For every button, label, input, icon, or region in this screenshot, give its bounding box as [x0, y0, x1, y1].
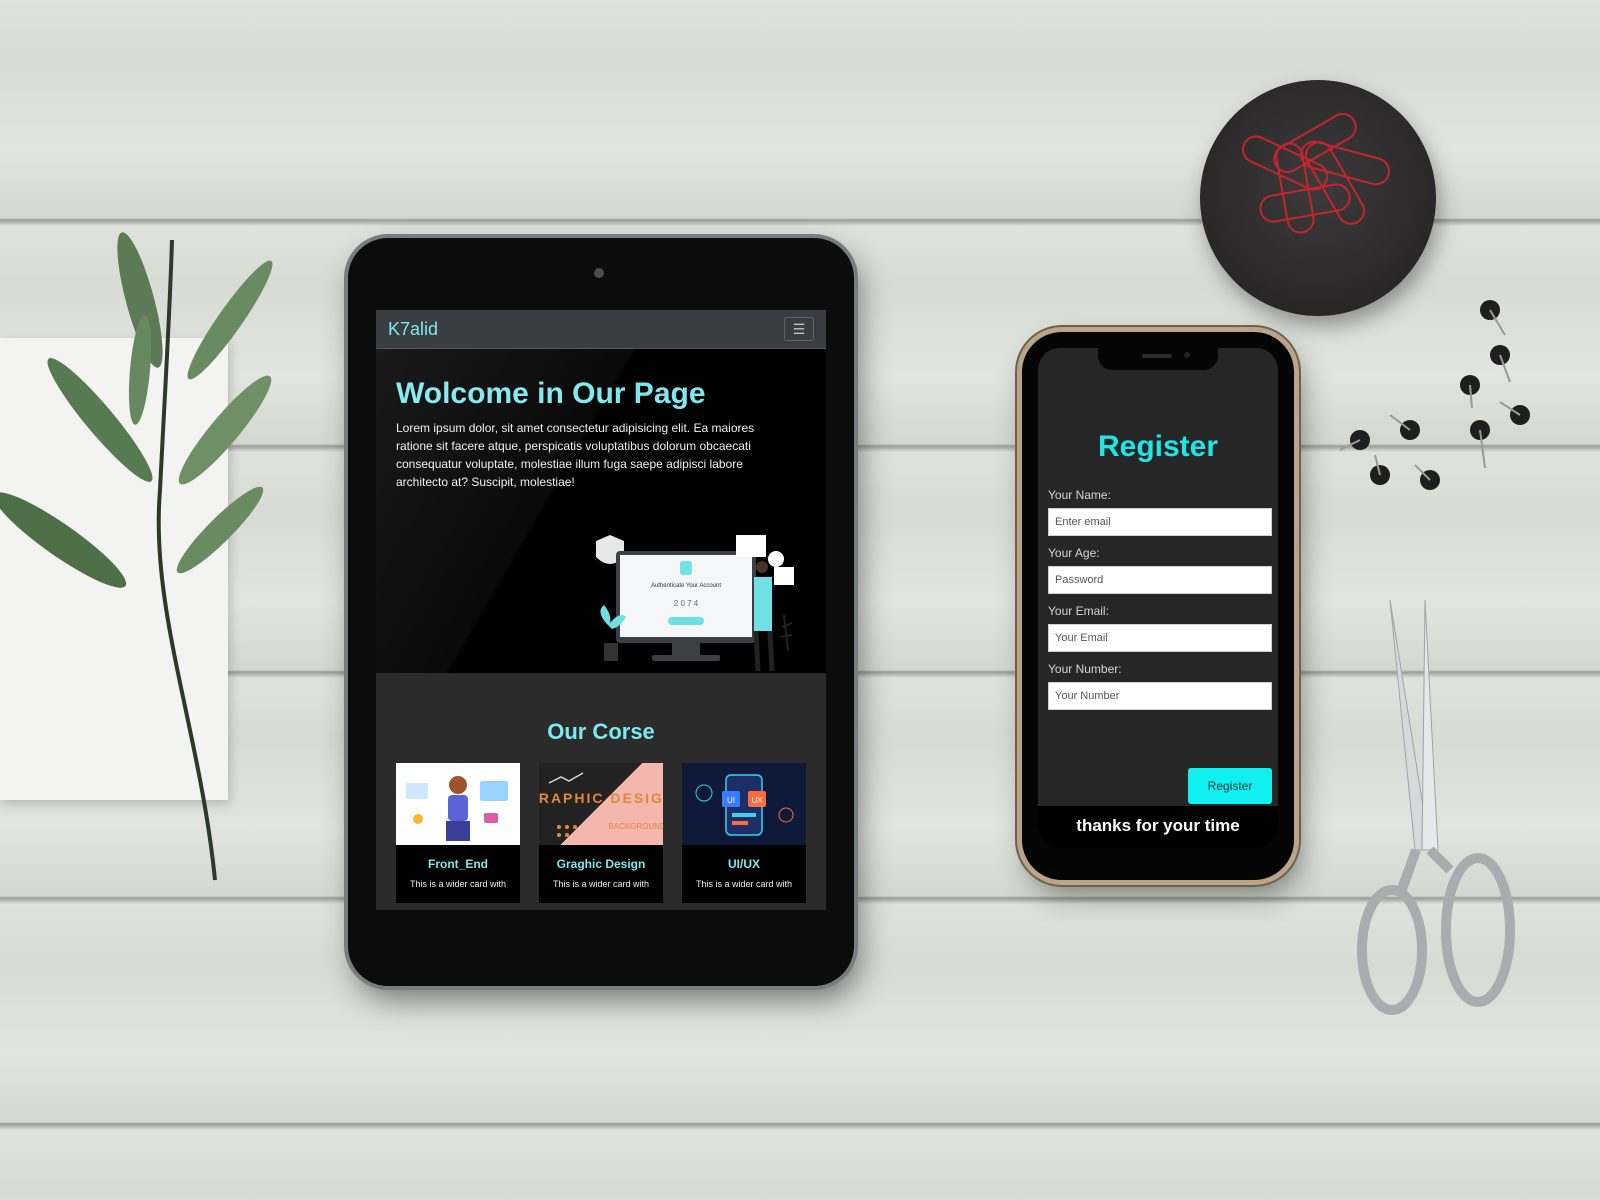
illustration-caption: Authenticate Your Account	[651, 583, 721, 589]
front-camera	[1184, 352, 1190, 358]
paperclip-bowl	[1200, 80, 1436, 316]
scissors	[1357, 600, 1515, 1015]
register-title: Register	[1097, 430, 1219, 463]
navbar: K7alid ☰	[376, 310, 826, 349]
email-input[interactable]: Your Email	[1048, 624, 1272, 652]
course-title: UI/UX	[727, 857, 760, 871]
hero-text: Lorem ipsum dolor, sit amet consectetur …	[396, 421, 755, 489]
number-label: Your Number:	[1048, 662, 1122, 676]
graphic-design-thumbnail: GRAPHIC DESIGN BACKGROUND	[539, 763, 663, 845]
name-label: Your Name:	[1048, 488, 1111, 502]
course-card-ui-ux[interactable]: UI UX UI/UX This is a wider card with	[682, 763, 806, 903]
number-input[interactable]: Your Number	[1048, 682, 1272, 710]
course-card-graphic-design[interactable]: GRAPHIC DESIGN BACKGROUND Graghic Design…	[539, 763, 663, 903]
course-title: Graghic Design	[556, 857, 646, 871]
hero-section: Wolcome in Our Page Lorem ipsum dolor, s…	[376, 349, 826, 673]
hamburger-icon[interactable]: ☰	[784, 317, 814, 341]
ux-thumb-label: UX	[751, 796, 763, 805]
age-input[interactable]: Password	[1048, 566, 1272, 594]
courses-heading: Our Corse	[547, 719, 655, 744]
register-form: Your Name: Enter email Your Age: Passwor…	[1048, 478, 1272, 710]
course-cards: Front_End This is a wider card with GRAP…	[376, 763, 826, 903]
tablet-device: K7alid ☰ Wolcome in Our Page Lorem ipsum…	[348, 238, 854, 986]
footer-text: thanks for your time	[1038, 806, 1278, 848]
course-text: This is a wider card with	[409, 879, 507, 889]
authentication-illustration: Authenticate Your Account 2 0 7 4	[596, 535, 794, 672]
phone-device: Register Your Name: Enter email Your Age…	[1022, 332, 1294, 880]
phone-screen: Register Your Name: Enter email Your Age…	[1038, 348, 1278, 848]
plant-branch	[0, 232, 273, 881]
courses-section: Our Corse Front_End This is a wider card…	[376, 673, 826, 910]
graphic-design-thumb-text: GRAPHIC DESIGN	[539, 790, 663, 806]
navbar-brand[interactable]: K7alid	[388, 319, 438, 340]
name-input[interactable]: Enter email	[1048, 508, 1272, 536]
course-text: This is a wider card with	[552, 879, 650, 889]
graphic-design-thumb-subtext: BACKGROUND	[608, 822, 663, 831]
ui-thumb-label: UI	[727, 796, 735, 805]
hero-title: Wolcome in Our Page	[396, 377, 706, 410]
front-end-thumbnail	[396, 763, 520, 845]
course-card-front-end[interactable]: Front_End This is a wider card with	[396, 763, 520, 903]
phone-notch	[1098, 348, 1218, 370]
course-title: Front_End	[428, 857, 488, 871]
email-label: Your Email:	[1048, 604, 1109, 618]
tablet-screen: K7alid ☰ Wolcome in Our Page Lorem ipsum…	[376, 310, 826, 910]
age-label: Your Age:	[1048, 546, 1100, 560]
course-text: This is a wider card with	[695, 879, 793, 889]
tablet-camera	[594, 268, 604, 278]
speaker	[1142, 354, 1172, 358]
push-pins	[1339, 300, 1530, 490]
register-button[interactable]: Register	[1188, 768, 1272, 804]
illustration-code: 2 0 7 4	[674, 599, 699, 608]
ui-ux-thumbnail: UI UX	[682, 763, 806, 845]
